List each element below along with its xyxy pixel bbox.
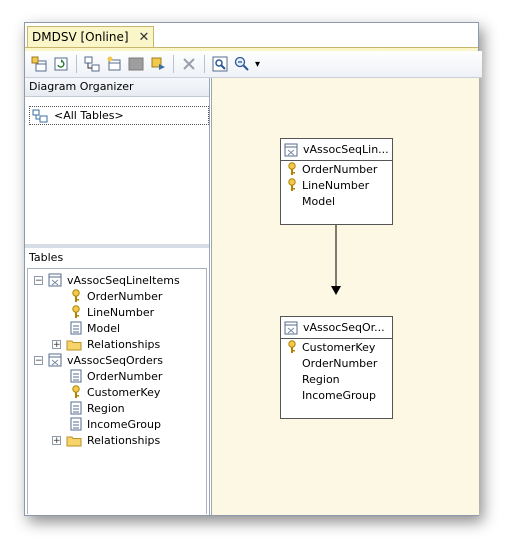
column-icon: [70, 417, 82, 431]
folder-icon: [66, 340, 82, 350]
diagram-column-linenumber[interactable]: LineNumber: [281, 177, 392, 193]
tree-column-label: IncomeGroup: [87, 417, 161, 431]
key-icon: [288, 178, 296, 191]
diagram-table-header[interactable]: vAssocSeqLin...: [281, 139, 392, 161]
diagram-column-incomegroup[interactable]: IncomeGroup: [281, 387, 392, 403]
tree-relationships-folder[interactable]: + Relationships: [52, 432, 160, 448]
tree-table-label: vAssocSeqOrders: [67, 353, 163, 367]
toolbar-separator: [76, 55, 77, 73]
collapse-toggle-icon[interactable]: −: [34, 275, 43, 285]
show-related-icon[interactable]: [148, 54, 168, 74]
diagram-table-vassocseqlineitems[interactable]: vAssocSeqLin... OrderNumber LineNumber M…: [280, 138, 393, 225]
tree-column-ordernumber[interactable]: OrderNumber: [70, 368, 162, 384]
tree-column-label: CustomerKey: [87, 385, 161, 399]
expand-toggle-icon[interactable]: +: [52, 435, 61, 445]
key-icon: [288, 162, 296, 175]
diagram-icon: [32, 109, 48, 122]
document-tab-strip: DMDSV [Online] ✕: [25, 23, 478, 51]
diagram-column-label: OrderNumber: [302, 356, 378, 370]
zoom-icon[interactable]: [232, 54, 252, 74]
tables-tree: − vAssocSeqLineItems OrderNumber LineNum…: [27, 268, 207, 514]
table-icon: [48, 273, 62, 287]
tree-column-label: Region: [87, 401, 125, 415]
toolbar-separator: [204, 55, 205, 73]
tree-column-model[interactable]: Model: [70, 320, 120, 336]
left-pane: Diagram Organizer <All Tables> Tables − …: [25, 78, 210, 515]
key-icon: [72, 289, 80, 302]
tree-relationships-label: Relationships: [87, 433, 161, 447]
diagram-column-ordernumber[interactable]: OrderNumber: [281, 161, 392, 177]
close-icon[interactable]: ✕: [139, 30, 150, 45]
refresh-icon[interactable]: [51, 54, 71, 74]
document-tab[interactable]: DMDSV [Online] ✕: [27, 26, 155, 47]
key-icon: [288, 340, 296, 353]
diagram-column-label: IncomeGroup: [302, 388, 376, 402]
diagram-table-title: vAssocSeqLin...: [303, 143, 389, 156]
diagram-column-model[interactable]: Model: [281, 193, 392, 209]
tree-column-label: OrderNumber: [87, 289, 163, 303]
table-icon: [48, 353, 62, 367]
diagram-table-title: vAssocSeqOr...: [303, 321, 385, 334]
tree-column-label: LineNumber: [87, 305, 155, 319]
tree-column-ordernumber[interactable]: OrderNumber: [70, 288, 162, 304]
dsv-designer-window: DMDSV [Online] ✕ ▾ Diagram Organizer <Al…: [24, 22, 482, 516]
diagram-column-region[interactable]: Region: [281, 371, 392, 387]
column-icon: [70, 401, 82, 415]
diagram-table-header[interactable]: vAssocSeqOr...: [281, 317, 392, 339]
new-relationship-icon[interactable]: [82, 54, 102, 74]
tables-panel: Tables − vAssocSeqLineItems OrderNumber …: [25, 248, 209, 515]
zoom-dropdown-arrow-icon[interactable]: ▾: [255, 59, 260, 70]
key-icon: [72, 305, 80, 318]
toggle-pane-icon[interactable]: [126, 54, 146, 74]
diagram-column-customerkey[interactable]: CustomerKey: [281, 339, 392, 355]
add-table-icon[interactable]: [29, 54, 49, 74]
document-tab-label: DMDSV [Online]: [32, 30, 129, 44]
tree-relationships-label: Relationships: [87, 337, 161, 351]
column-icon: [70, 321, 82, 335]
diagram-organizer-panel: Diagram Organizer <All Tables>: [25, 78, 209, 244]
delete-icon[interactable]: [179, 54, 199, 74]
designer-toolbar: ▾: [25, 51, 482, 78]
toolbar-separator: [173, 55, 174, 73]
zoom-to-fit-icon[interactable]: [210, 54, 230, 74]
column-icon: [70, 369, 82, 383]
diagram-organizer-title: Diagram Organizer: [25, 78, 209, 97]
tree-column-label: OrderNumber: [87, 369, 163, 383]
expand-toggle-icon[interactable]: +: [52, 339, 61, 349]
diagram-column-label: CustomerKey: [302, 340, 376, 354]
diagram-column-label: LineNumber: [302, 178, 370, 192]
table-icon: [284, 321, 298, 334]
new-named-query-icon[interactable]: [104, 54, 124, 74]
diagram-column-label: OrderNumber: [302, 162, 378, 176]
diagram-column-label: Region: [302, 372, 340, 386]
tree-table-label: vAssocSeqLineItems: [67, 273, 180, 287]
folder-icon: [66, 436, 82, 446]
tree-column-customerkey[interactable]: CustomerKey: [70, 384, 160, 400]
tree-column-region[interactable]: Region: [70, 400, 125, 416]
tree-column-linenumber[interactable]: LineNumber: [70, 304, 154, 320]
diagram-column-label: Model: [302, 194, 336, 208]
table-icon: [284, 143, 298, 156]
diagram-table-vassocseqorders[interactable]: vAssocSeqOr... CustomerKey OrderNumber R…: [280, 316, 393, 419]
all-tables-diagram-item[interactable]: <All Tables>: [29, 106, 209, 125]
diagram-canvas[interactable]: vAssocSeqLin... OrderNumber LineNumber M…: [211, 78, 479, 515]
tree-column-label: Model: [87, 321, 121, 335]
tables-panel-title: Tables: [25, 248, 209, 268]
diagram-column-ordernumber[interactable]: OrderNumber: [281, 355, 392, 371]
tree-relationships-folder[interactable]: + Relationships: [52, 336, 160, 352]
key-icon: [72, 385, 80, 398]
tree-node-vassocseqorders[interactable]: − vAssocSeqOrders: [34, 352, 163, 368]
tree-node-vassocseqlineitems[interactable]: − vAssocSeqLineItems: [34, 272, 180, 288]
tree-column-incomegroup[interactable]: IncomeGroup: [70, 416, 161, 432]
all-tables-label: <All Tables>: [54, 109, 124, 122]
collapse-toggle-icon[interactable]: −: [34, 355, 43, 365]
